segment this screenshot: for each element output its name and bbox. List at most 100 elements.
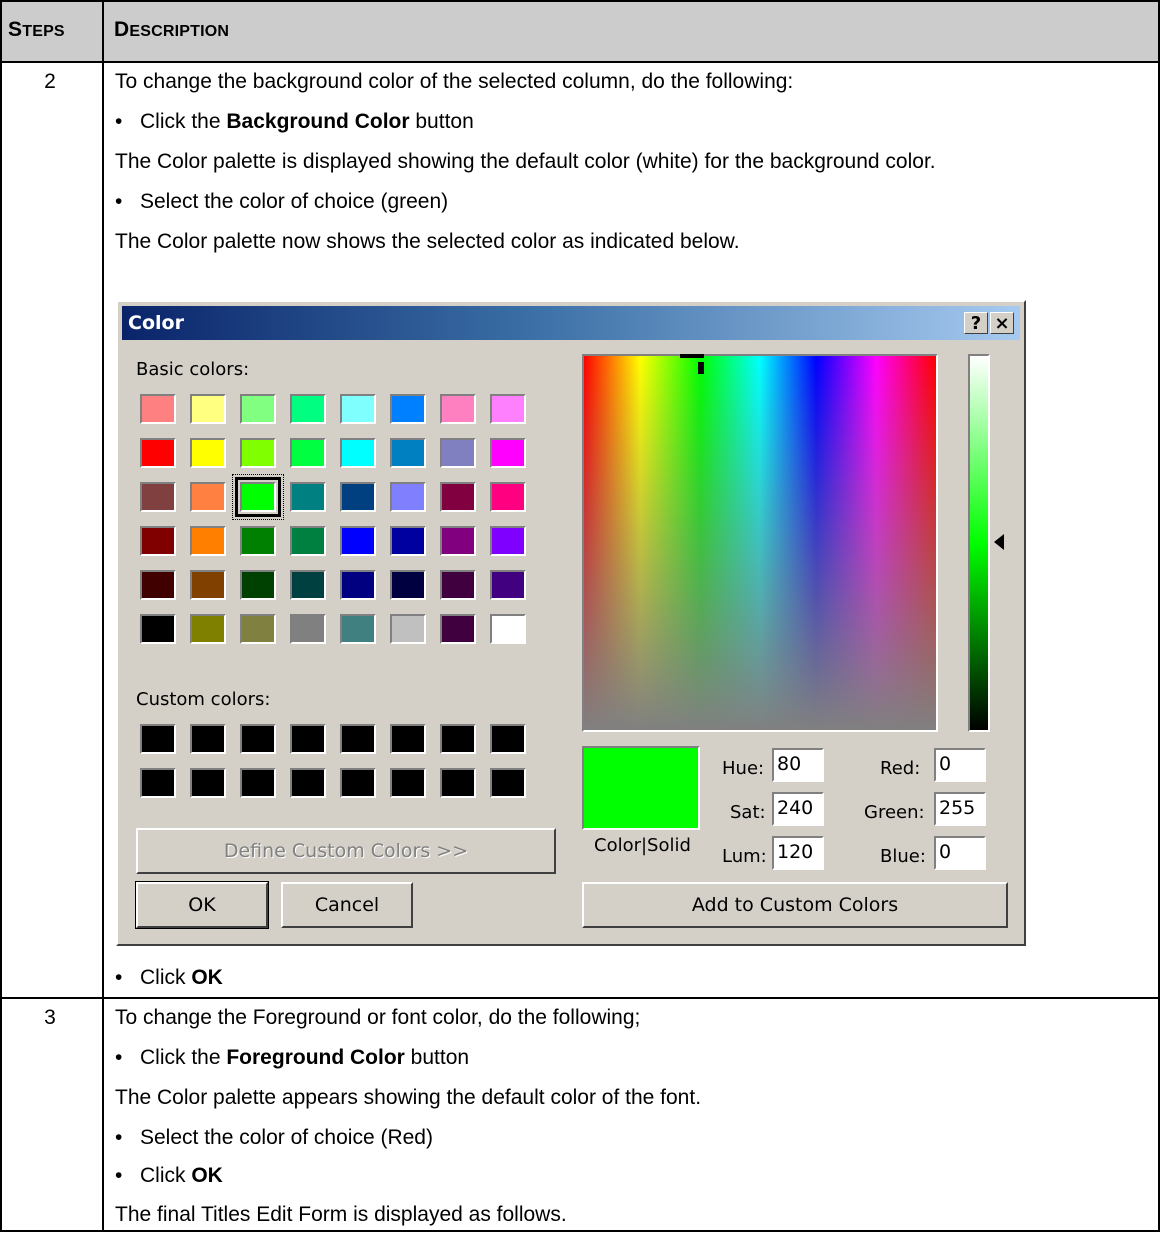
basic-color-swatch[interactable] <box>490 438 526 468</box>
custom-color-swatch[interactable] <box>240 724 276 754</box>
basic-color-swatch[interactable] <box>290 526 326 556</box>
basic-color-swatch[interactable] <box>290 438 326 468</box>
step-number: 3 <box>44 1006 56 1029</box>
custom-color-swatch[interactable] <box>490 768 526 798</box>
custom-color-swatch[interactable] <box>340 768 376 798</box>
basic-color-swatch[interactable] <box>390 614 426 644</box>
red-label: Red: <box>880 758 921 779</box>
bullet-item: • Click the Foreground Color button <box>115 1046 470 1069</box>
basic-color-swatch[interactable] <box>290 614 326 644</box>
custom-color-swatch[interactable] <box>190 768 226 798</box>
sat-label: Sat: <box>730 802 766 823</box>
basic-color-swatch[interactable] <box>290 394 326 424</box>
bullet-item: • Select the color of choice (green) <box>115 190 449 213</box>
basic-color-swatch[interactable] <box>140 438 176 468</box>
basic-color-swatch[interactable] <box>490 570 526 600</box>
basic-color-swatch[interactable] <box>140 526 176 556</box>
step-text: The final Titles Edit Form is displayed … <box>115 1203 567 1226</box>
custom-color-swatch[interactable] <box>390 768 426 798</box>
basic-color-swatch[interactable] <box>390 526 426 556</box>
hue-input[interactable]: 80 <box>772 748 824 782</box>
add-to-custom-colors-button[interactable]: Add to Custom Colors <box>582 882 1008 928</box>
custom-color-swatch[interactable] <box>490 724 526 754</box>
lum-label: Lum: <box>722 846 767 867</box>
basic-color-swatch[interactable] <box>390 482 426 512</box>
basic-color-swatch[interactable] <box>190 526 226 556</box>
basic-color-swatch[interactable] <box>240 394 276 424</box>
step-number: 2 <box>44 70 56 93</box>
basic-color-swatch[interactable] <box>440 394 476 424</box>
basic-color-swatch[interactable] <box>190 570 226 600</box>
basic-color-swatch[interactable] <box>290 570 326 600</box>
luminosity-bar[interactable] <box>968 354 990 732</box>
color-dialog: Color ? × Basic colors: Custom colors: D… <box>116 300 1026 946</box>
basic-color-swatch[interactable] <box>190 394 226 424</box>
custom-color-swatch[interactable] <box>240 768 276 798</box>
dialog-titlebar[interactable]: Color ? × <box>122 306 1020 340</box>
color-solid-preview[interactable] <box>582 746 700 830</box>
spectrum-crosshair <box>680 354 704 358</box>
color-spectrum[interactable] <box>582 354 938 732</box>
custom-color-swatch[interactable] <box>190 724 226 754</box>
custom-color-swatch[interactable] <box>290 724 326 754</box>
help-button[interactable]: ? <box>964 312 988 334</box>
basic-colors-label: Basic colors: <box>136 359 250 380</box>
basic-color-swatch[interactable] <box>340 614 376 644</box>
basic-color-swatch[interactable] <box>340 526 376 556</box>
custom-color-swatch[interactable] <box>440 724 476 754</box>
basic-color-swatch[interactable] <box>140 394 176 424</box>
custom-color-swatch[interactable] <box>290 768 326 798</box>
define-custom-colors-button[interactable]: Define Custom Colors >> <box>136 828 556 874</box>
ok-button[interactable]: OK <box>135 881 269 929</box>
basic-color-swatch[interactable] <box>240 438 276 468</box>
basic-color-swatch[interactable] <box>440 614 476 644</box>
step-text: To change the background color of the se… <box>115 70 794 93</box>
custom-color-swatch[interactable] <box>140 724 176 754</box>
basic-color-swatch[interactable] <box>440 570 476 600</box>
basic-color-swatch[interactable] <box>490 526 526 556</box>
custom-colors-label: Custom colors: <box>136 689 271 710</box>
basic-color-swatch[interactable] <box>140 482 176 512</box>
basic-color-swatch[interactable] <box>190 614 226 644</box>
basic-color-swatch[interactable] <box>390 394 426 424</box>
basic-color-swatch[interactable] <box>490 614 526 644</box>
basic-color-swatch[interactable] <box>340 394 376 424</box>
basic-color-swatch[interactable] <box>290 482 326 512</box>
lum-input[interactable]: 120 <box>772 836 824 870</box>
blue-input[interactable]: 0 <box>934 836 986 870</box>
basic-color-swatch[interactable] <box>340 570 376 600</box>
basic-color-swatch[interactable] <box>390 438 426 468</box>
basic-color-swatch[interactable] <box>140 570 176 600</box>
bullet-item: • Select the color of choice (Red) <box>115 1126 433 1149</box>
hue-label: Hue: <box>722 758 765 779</box>
basic-color-swatch[interactable] <box>240 614 276 644</box>
basic-color-swatch[interactable] <box>240 570 276 600</box>
basic-color-swatch[interactable] <box>190 438 226 468</box>
basic-color-swatch[interactable] <box>490 482 526 512</box>
basic-color-swatch[interactable] <box>440 482 476 512</box>
green-input[interactable]: 255 <box>934 792 986 826</box>
sat-input[interactable]: 240 <box>772 792 824 826</box>
step-text: The Color palette appears showing the de… <box>115 1086 702 1109</box>
swatch-selection-box <box>235 477 281 517</box>
basic-color-swatch[interactable] <box>440 526 476 556</box>
step-text: The Color palette is displayed showing t… <box>115 150 936 173</box>
basic-color-swatch[interactable] <box>340 438 376 468</box>
basic-color-swatch[interactable] <box>440 438 476 468</box>
basic-color-swatch[interactable] <box>190 482 226 512</box>
basic-color-swatch[interactable] <box>140 614 176 644</box>
luminosity-arrow-icon[interactable] <box>994 534 1004 550</box>
basic-color-swatch[interactable] <box>240 526 276 556</box>
cancel-button[interactable]: Cancel <box>281 882 413 928</box>
basic-color-swatch[interactable] <box>340 482 376 512</box>
basic-color-swatch[interactable] <box>490 394 526 424</box>
close-button[interactable]: × <box>990 312 1014 334</box>
custom-color-swatch[interactable] <box>390 724 426 754</box>
basic-color-swatch[interactable] <box>390 570 426 600</box>
header-description: DESCRIPTION <box>114 18 230 41</box>
custom-color-swatch[interactable] <box>440 768 476 798</box>
red-input[interactable]: 0 <box>934 748 986 782</box>
custom-color-swatch[interactable] <box>340 724 376 754</box>
custom-color-swatch[interactable] <box>140 768 176 798</box>
blue-label: Blue: <box>880 846 926 867</box>
